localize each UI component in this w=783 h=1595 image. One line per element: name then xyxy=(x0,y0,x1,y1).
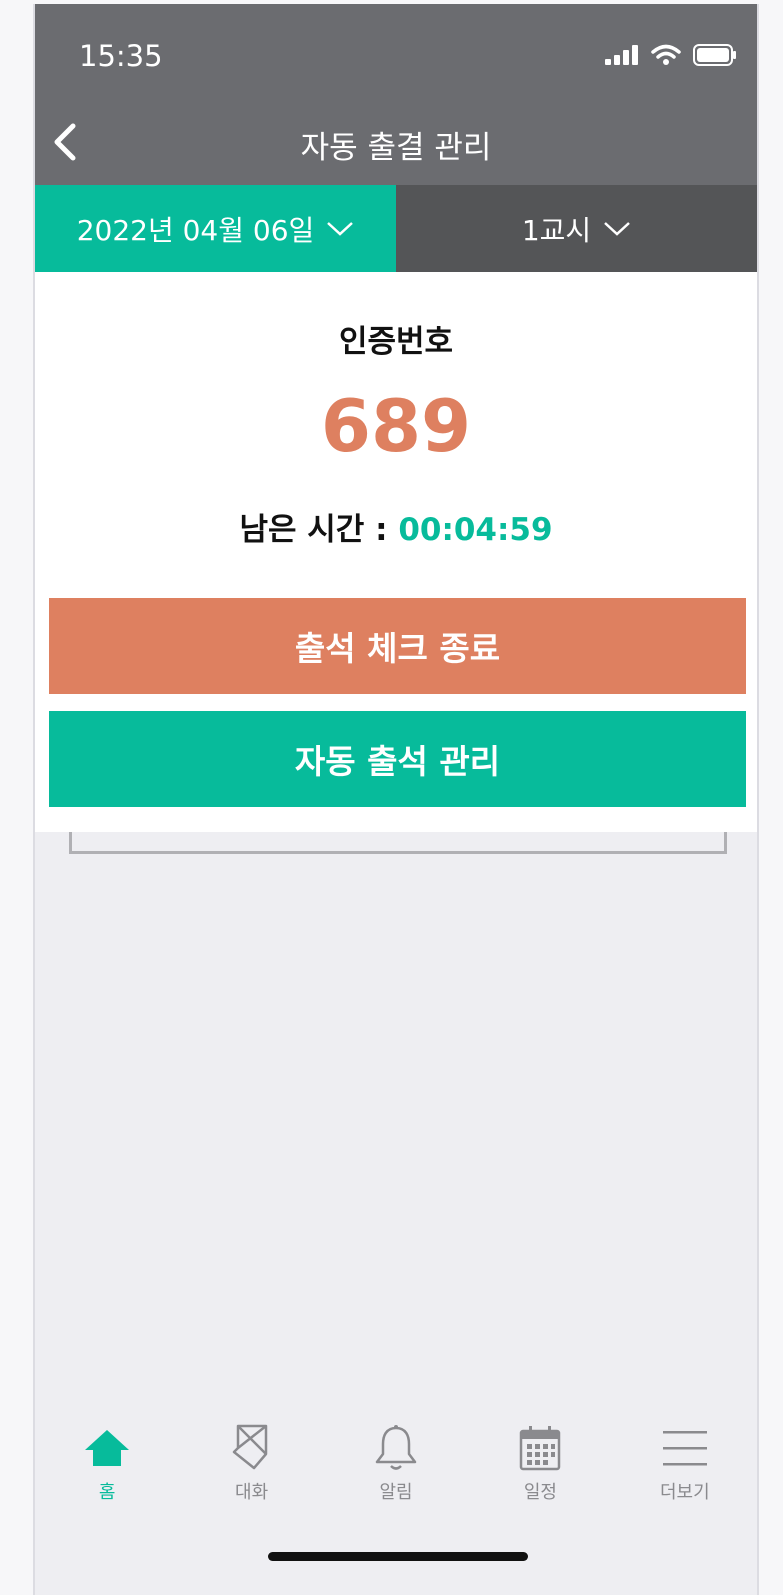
auth-code-card: 인증번호 689 남은 시간 : 00:04:59 출석 체크 종료 자동 출석… xyxy=(35,272,757,832)
status-time: 15:35 xyxy=(79,39,163,73)
date-selector[interactable]: 2022년 04월 06일 xyxy=(35,185,396,272)
chat-icon xyxy=(228,1424,276,1472)
remaining-time-value: 00:04:59 xyxy=(398,512,553,548)
period-selector[interactable]: 1교시 xyxy=(396,185,757,272)
chevron-down-icon xyxy=(327,221,354,236)
date-selector-label: 2022년 04월 06일 xyxy=(76,213,315,247)
menu-icon xyxy=(661,1424,709,1472)
bell-icon xyxy=(372,1424,420,1472)
nav-label-home: 홈 xyxy=(98,1482,116,1503)
nav-label-chat: 대화 xyxy=(235,1482,269,1503)
signal-icon xyxy=(605,45,638,65)
chevron-down-icon xyxy=(604,221,631,236)
battery-icon xyxy=(693,44,736,66)
phone-screen: 15:35 자동 출결 관리 2022년 04월 06일 1교시 인증번호 68… xyxy=(33,4,759,1595)
period-selector-label: 1교시 xyxy=(521,213,592,247)
auth-code-label: 인증번호 xyxy=(338,324,454,360)
auto-attendance-manage-button[interactable]: 자동 출석 관리 xyxy=(49,711,746,807)
nav-item-schedule[interactable]: 일정 xyxy=(468,1424,612,1524)
nav-label-schedule: 일정 xyxy=(523,1482,557,1503)
nav-label-notifications: 알림 xyxy=(379,1482,413,1503)
nav-item-chat[interactable]: 대화 xyxy=(179,1424,323,1524)
selector-bar: 2022년 04월 06일 1교시 xyxy=(35,185,757,272)
remaining-time-label: 남은 시간 : xyxy=(239,512,399,548)
nav-item-notifications[interactable]: 알림 xyxy=(324,1424,468,1524)
status-icons xyxy=(605,44,737,66)
wifi-icon xyxy=(651,44,681,65)
page-title: 자동 출결 관리 xyxy=(300,130,492,166)
nav-item-more[interactable]: 더보기 xyxy=(613,1424,757,1524)
bottom-nav: 홈 대화 알림 일정 더보기 xyxy=(35,1424,757,1524)
nav-item-home[interactable]: 홈 xyxy=(35,1424,179,1524)
home-icon xyxy=(83,1424,131,1472)
home-indicator xyxy=(268,1552,528,1561)
content-bracket xyxy=(69,832,727,854)
end-attendance-check-button[interactable]: 출석 체크 종료 xyxy=(49,598,746,694)
nav-label-more: 더보기 xyxy=(659,1482,710,1503)
remaining-time: 남은 시간 : 00:04:59 xyxy=(35,504,757,549)
calendar-icon xyxy=(516,1424,564,1472)
auth-code-value: 689 xyxy=(320,384,472,468)
top-bar: 15:35 자동 출결 관리 xyxy=(35,4,757,185)
